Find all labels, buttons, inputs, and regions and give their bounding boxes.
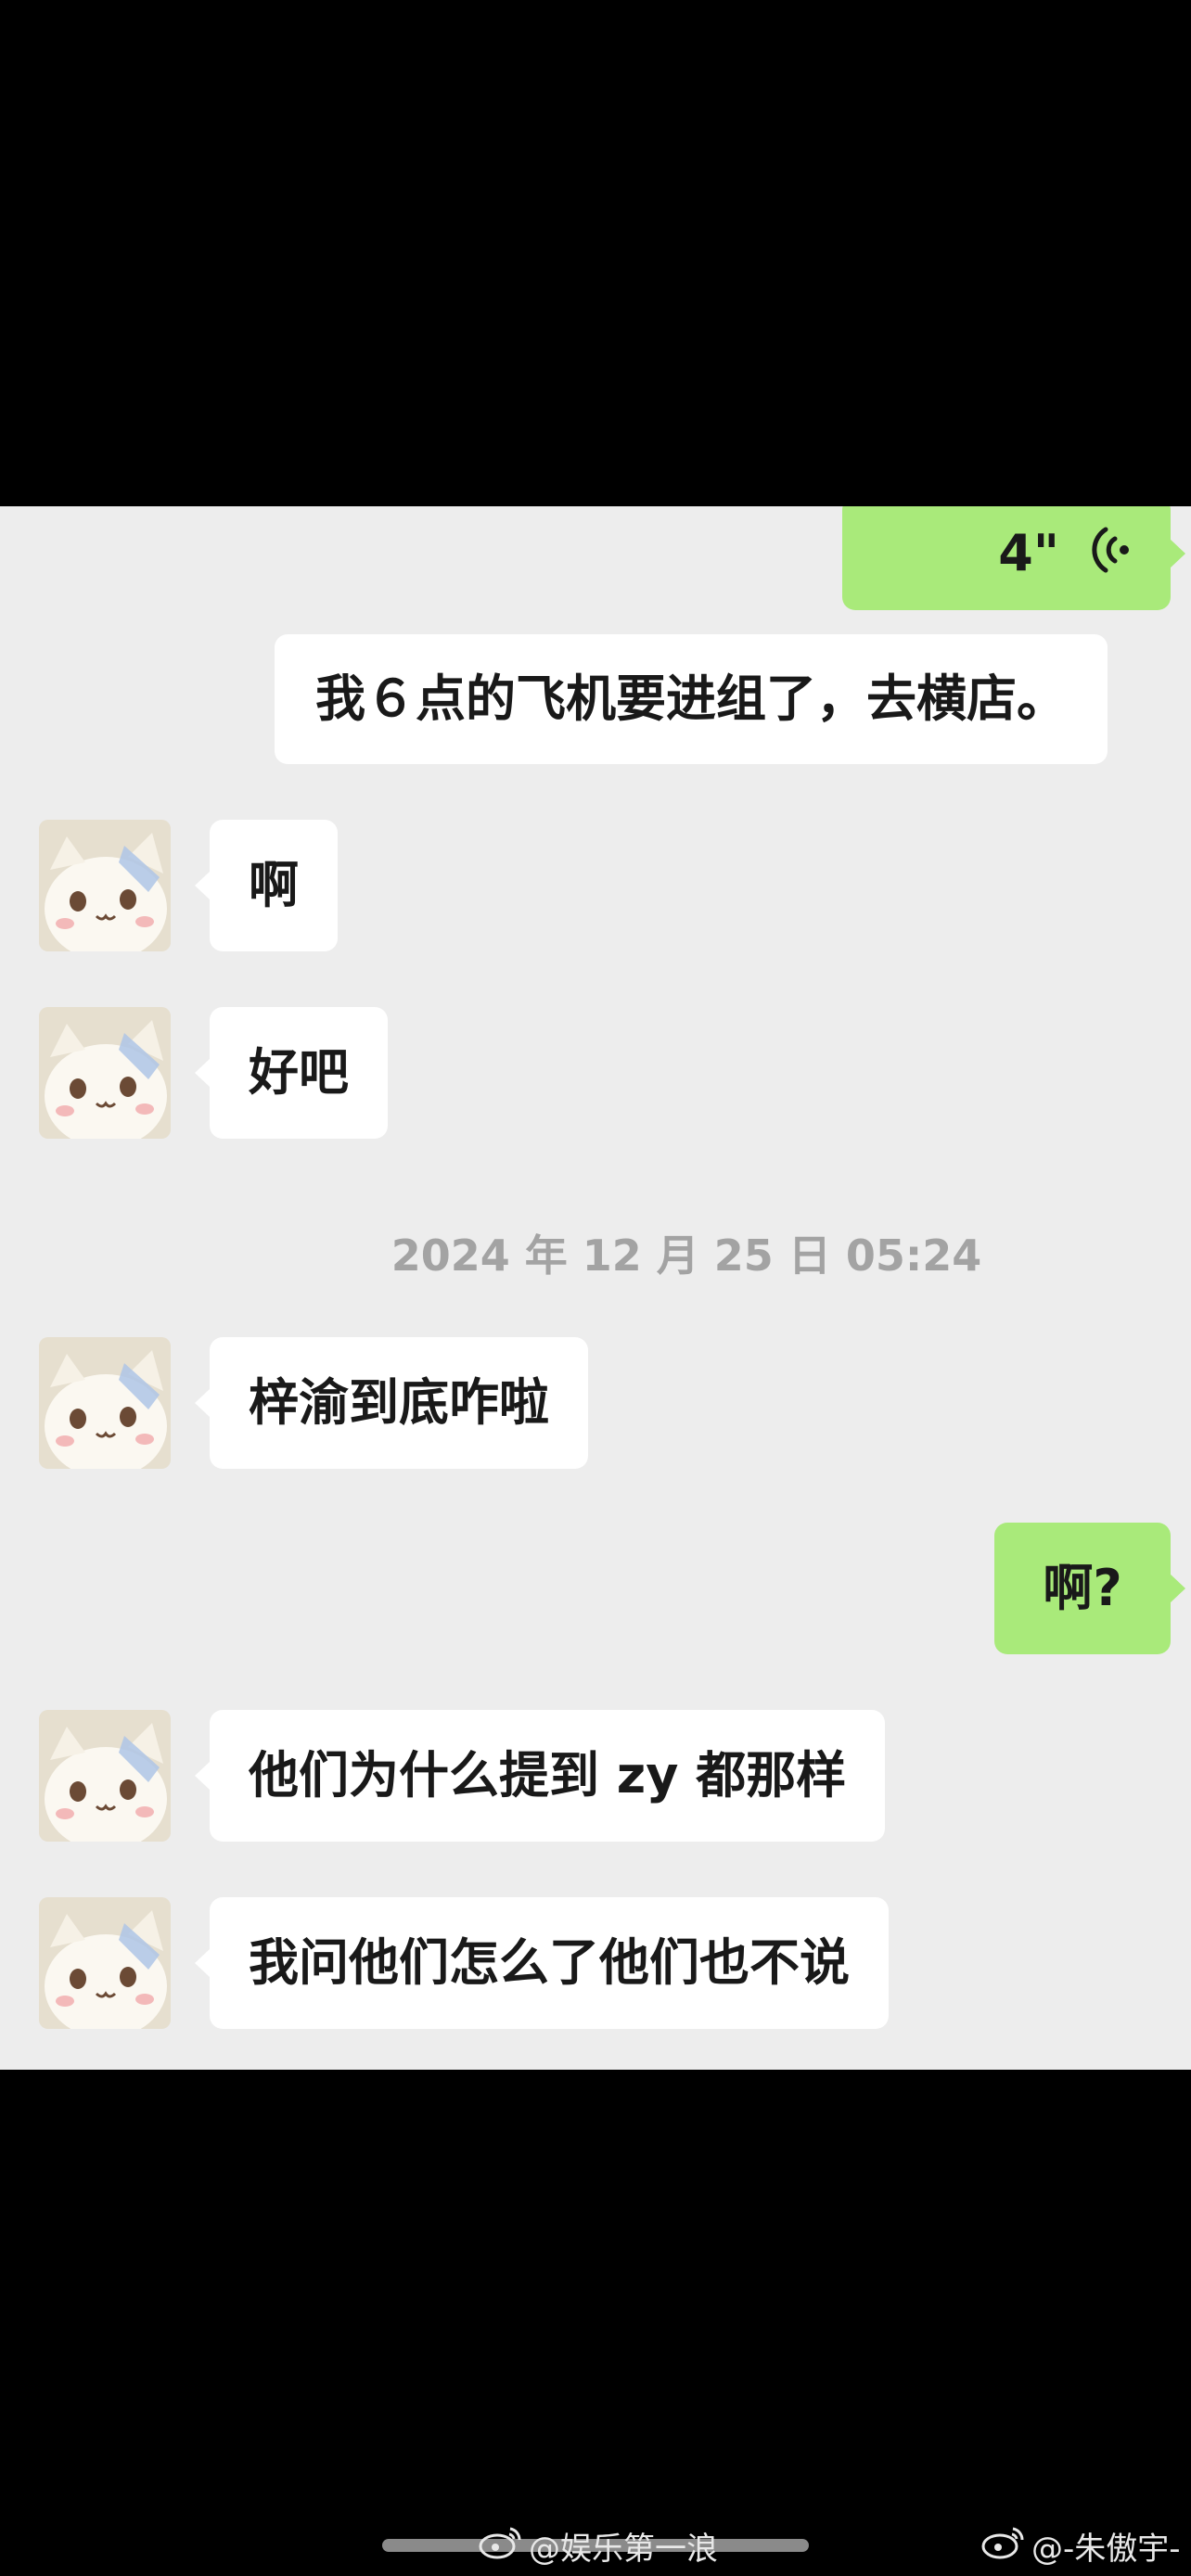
message-text: 我６点的飞机要进组了，去横店。 — [315, 670, 1067, 728]
message-bubble-incoming[interactable]: 好吧 — [195, 1007, 388, 1139]
voice-message-bubble[interactable]: 4" — [842, 506, 1185, 610]
top-black-bar — [0, 0, 1191, 506]
avatar-cat-image — [39, 1007, 171, 1139]
message-text: 我问他们怎么了他们也不说 — [249, 1933, 850, 1992]
avatar[interactable] — [39, 1897, 171, 2029]
voice-duration: 4" — [998, 524, 1059, 582]
message-text: 啊? — [1043, 1559, 1122, 1617]
chat-area[interactable]: 4" 我６点的飞机要进组了，去横店。 啊 好吧 2024 年 12 月 25 日… — [0, 506, 1191, 2070]
chat-timestamp: 2024 年 12 月 25 日 05:24 — [391, 1231, 982, 1281]
avatar[interactable] — [39, 1337, 171, 1469]
weibo-icon — [477, 2523, 523, 2569]
message-bubble-incoming[interactable]: 他们为什么提到 zy 都那样 — [194, 1710, 886, 1842]
voice-wave-icon — [1091, 524, 1132, 584]
message-bubble-outgoing[interactable]: 啊? — [994, 1523, 1185, 1654]
avatar[interactable] — [39, 820, 171, 951]
avatar[interactable] — [39, 1710, 171, 1842]
message-text: 好吧 — [249, 1043, 349, 1102]
bottom-black-bar — [0, 2070, 1191, 2576]
message-text: 梓渝到底咋啦 — [249, 1373, 549, 1432]
message-text: 啊 — [249, 856, 299, 914]
watermark-left: @娱乐第一浪 — [477, 2522, 718, 2569]
avatar-cat-image — [39, 820, 171, 951]
watermark-text: @娱乐第一浪 — [529, 2530, 718, 2568]
message-bubble-outgoing[interactable]: 我６点的飞机要进组了，去横店。 — [275, 634, 1108, 764]
message-bubble-incoming[interactable]: 我问他们怎么了他们也不说 — [195, 1897, 889, 2029]
avatar[interactable] — [39, 1007, 171, 1139]
watermark-right: @-朱傲宇- — [980, 2522, 1181, 2569]
message-bubble-incoming[interactable]: 啊 — [195, 820, 338, 951]
avatar-cat-image — [39, 1337, 171, 1469]
avatar-cat-image — [39, 1897, 171, 2029]
message-bubble-incoming[interactable]: 梓渝到底咋啦 — [195, 1337, 588, 1469]
weibo-icon — [980, 2523, 1026, 2569]
message-text: 他们为什么提到 zy 都那样 — [249, 1746, 847, 1804]
watermark-text: @-朱傲宇- — [1031, 2530, 1181, 2568]
avatar-cat-image — [39, 1710, 171, 1842]
